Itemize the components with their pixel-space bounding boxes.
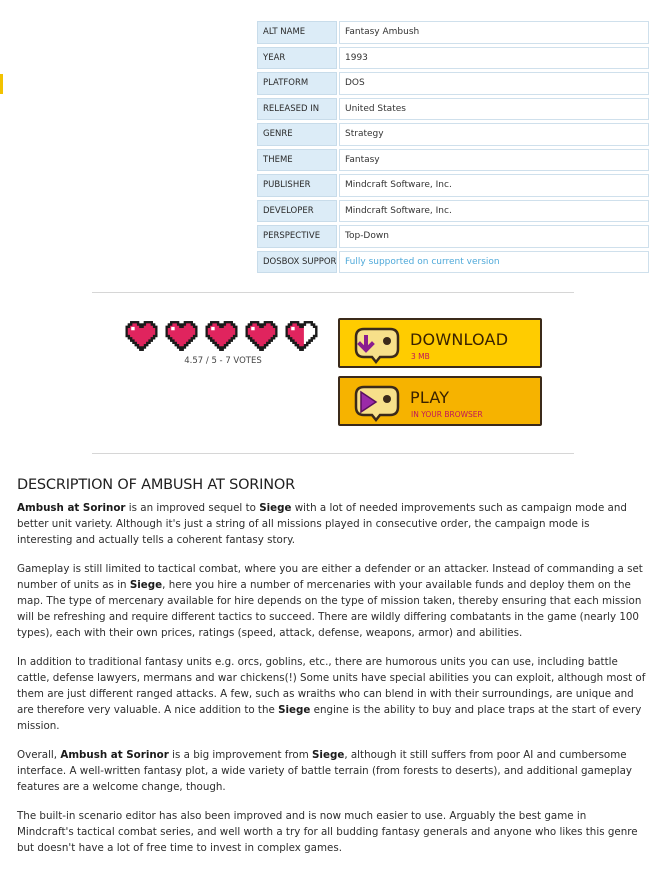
dosbox-support-link[interactable]: Fully supported on current version [339, 250, 649, 273]
info-key: THEME [257, 148, 337, 171]
info-key: PLATFORM [257, 72, 337, 95]
info-key: PERSPECTIVE [257, 225, 337, 248]
game-title-emphasis: Ambush at Sorinor [17, 502, 126, 514]
info-value: Strategy [339, 123, 649, 146]
divider [92, 292, 574, 293]
game-title-emphasis: Siege [312, 749, 345, 761]
info-key: DEVELOPER [257, 199, 337, 222]
info-row-genre: GENRE Strategy [257, 123, 649, 146]
game-title-emphasis: Siege [129, 579, 163, 591]
info-key: DOSBOX SUPPORT [257, 250, 337, 273]
download-size: 3 MB [411, 352, 430, 361]
left-edge-accent [0, 74, 3, 94]
description-paragraph: Gameplay is still limited to tactical co… [17, 563, 643, 639]
info-value: Fantasy [339, 148, 649, 171]
info-key: PUBLISHER [257, 174, 337, 197]
rating-hearts[interactable] [123, 320, 320, 352]
info-row-year: YEAR 1993 [257, 46, 649, 69]
info-value: Fantasy Ambush [339, 21, 649, 44]
info-row-developer: DEVELOPER Mindcraft Software, Inc. [257, 199, 649, 222]
description-paragraph: In addition to traditional fantasy units… [17, 656, 646, 732]
info-value: United States [339, 97, 649, 120]
heart-icon[interactable] [203, 320, 240, 352]
description-title: DESCRIPTION OF AMBUSH AT SORINOR [17, 477, 295, 493]
game-title-emphasis: Ambush at Sorinor [60, 749, 169, 761]
info-key: GENRE [257, 123, 337, 146]
heart-icon[interactable] [123, 320, 160, 352]
info-row-publisher: PUBLISHER Mindcraft Software, Inc. [257, 174, 649, 197]
rating-votes-text: 4.57 / 5 - 7 VOTES [184, 356, 262, 366]
game-title-emphasis: Siege [278, 704, 311, 716]
download-button[interactable]: DOWNLOAD 3 MB [338, 318, 542, 368]
description-body: Ambush at Sorinor is an improved sequel … [17, 500, 646, 869]
info-value: DOS [339, 72, 649, 95]
download-label: DOWNLOAD [410, 330, 509, 349]
download-arrow-icon [354, 327, 400, 365]
info-row-perspective: PERSPECTIVE Top-Down [257, 225, 649, 248]
info-value: 1993 [339, 46, 649, 69]
info-row-released-in: RELEASED IN United States [257, 97, 649, 120]
info-value: Mindcraft Software, Inc. [339, 199, 649, 222]
play-triangle-icon [354, 385, 400, 423]
play-label: PLAY [410, 388, 450, 407]
info-row-platform: PLATFORM DOS [257, 72, 649, 95]
info-row-alt-name: ALT NAME Fantasy Ambush [257, 21, 649, 44]
game-info-table: ALT NAME Fantasy Ambush YEAR 1993 PLATFO… [257, 21, 649, 276]
divider [92, 453, 574, 454]
description-paragraph: The built-in scenario editor has also be… [17, 810, 638, 854]
info-key: RELEASED IN [257, 97, 337, 120]
info-key: ALT NAME [257, 21, 337, 44]
play-in-browser-button[interactable]: PLAY IN YOUR BROWSER [338, 376, 542, 426]
heart-icon[interactable] [163, 320, 200, 352]
description-paragraph: Ambush at Sorinor is an improved sequel … [17, 502, 627, 546]
heart-icon[interactable] [283, 320, 320, 352]
info-value: Top-Down [339, 225, 649, 248]
heart-icon[interactable] [243, 320, 280, 352]
game-title-emphasis: Siege [259, 502, 292, 514]
play-sublabel: IN YOUR BROWSER [411, 410, 483, 419]
info-value: Mindcraft Software, Inc. [339, 174, 649, 197]
info-row-dosbox-support: DOSBOX SUPPORT Fully supported on curren… [257, 250, 649, 273]
description-paragraph: Overall, Ambush at Sorinor is a big impr… [17, 749, 632, 793]
info-key: YEAR [257, 46, 337, 69]
info-row-theme: THEME Fantasy [257, 148, 649, 171]
